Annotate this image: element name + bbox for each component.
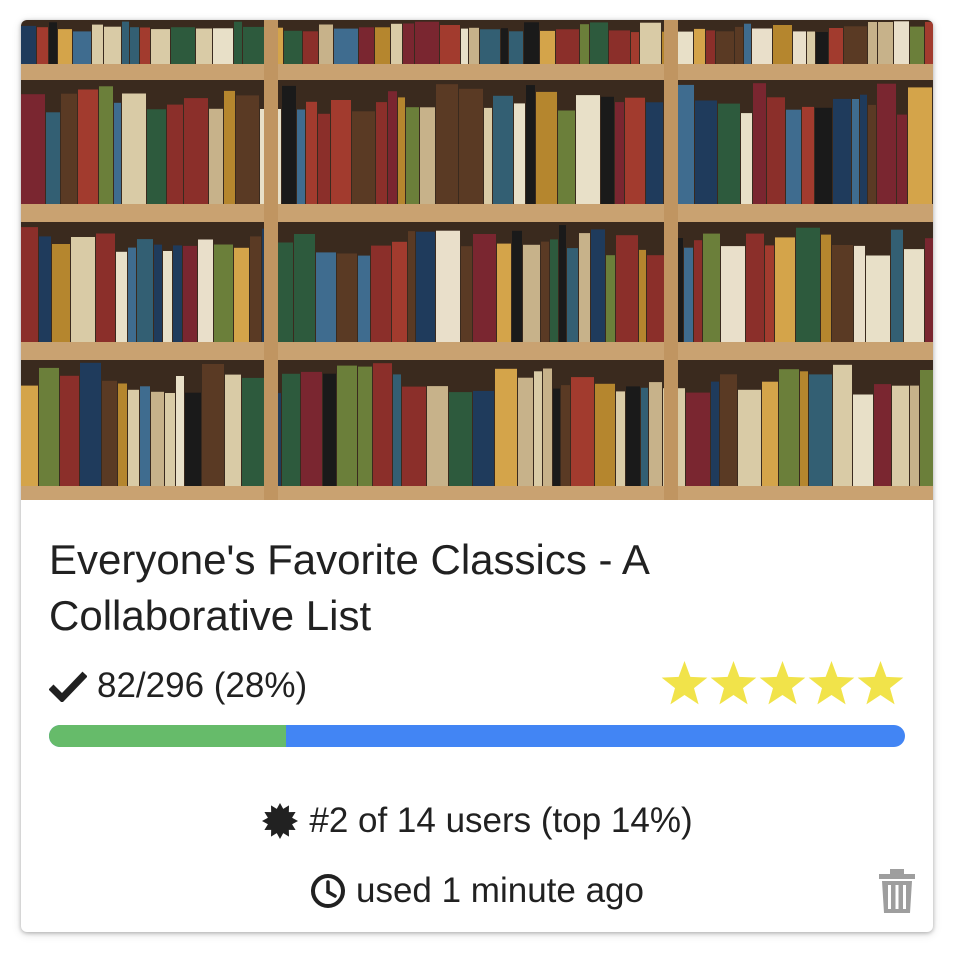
list-title[interactable]: Everyone's Favorite Classics - A Collabo…	[49, 532, 889, 644]
star-icon[interactable]	[660, 660, 709, 708]
clock-icon	[311, 874, 345, 908]
progress-bar	[49, 725, 905, 747]
rank-row: #2 of 14 users (top 14%)	[21, 798, 933, 844]
rating-stars[interactable]	[660, 660, 905, 708]
check-icon	[49, 671, 87, 702]
progress-count: 82/296 (28%)	[97, 666, 308, 705]
trash-icon[interactable]	[877, 868, 917, 914]
list-card[interactable]: Everyone's Favorite Classics - A Collabo…	[21, 20, 933, 932]
star-icon[interactable]	[807, 660, 856, 708]
last-used-row: used 1 minute ago	[21, 868, 933, 914]
star-icon[interactable]	[709, 660, 758, 708]
star-icon[interactable]	[856, 660, 905, 708]
star-icon[interactable]	[758, 660, 807, 708]
progress-bar-fill	[49, 725, 287, 747]
rank-text: #2 of 14 users (top 14%)	[309, 801, 693, 840]
progress-row: 82/296 (28%)	[49, 660, 905, 710]
last-used-text: used 1 minute ago	[356, 871, 644, 910]
bookshelf-image	[21, 20, 933, 500]
badge-icon	[262, 803, 299, 839]
